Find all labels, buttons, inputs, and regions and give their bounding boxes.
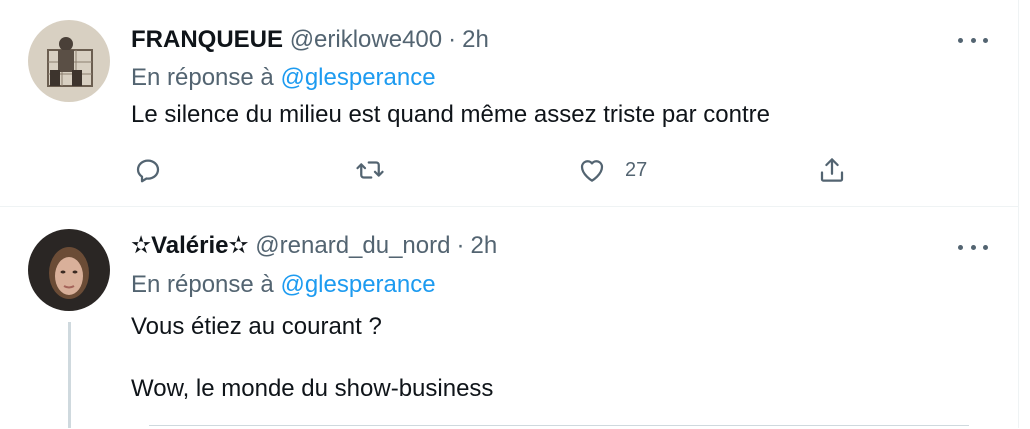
tweet-text: Vous étiez au courant ? (131, 313, 382, 340)
tweet-text: Le silence du milieu est quand même asse… (131, 101, 770, 128)
reply-prefix: En réponse à (131, 271, 274, 298)
like-count: 27 (625, 158, 648, 181)
handle[interactable]: @eriklowe400 (290, 26, 442, 53)
more-icon[interactable] (958, 235, 988, 259)
avatar[interactable] (28, 229, 110, 311)
share-button[interactable] (817, 152, 847, 188)
tweet-header: ✫Valérie✫ @renard_du_nord · 2h (131, 232, 497, 260)
timestamp[interactable]: 2h (462, 26, 489, 53)
more-icon[interactable] (958, 28, 988, 52)
tweet[interactable]: FRANQUEUE @eriklowe400 · 2h En réponse à @… (0, 0, 1018, 207)
reply-context: En réponse à @glesperance (131, 271, 436, 299)
like-button[interactable]: 27 (577, 152, 647, 188)
share-icon (820, 158, 844, 182)
reply-prefix: En réponse à (131, 64, 274, 91)
display-name[interactable]: FRANQUEUE (131, 26, 283, 53)
separator-dot: · (456, 232, 465, 259)
reply-icon (136, 159, 160, 183)
quoted-tweet-card[interactable] (149, 425, 969, 429)
separator-dot: · (448, 26, 457, 53)
timestamp[interactable]: 2h (470, 232, 497, 259)
handle[interactable]: @renard_du_nord (255, 232, 450, 259)
mention-link[interactable]: @glesperance (280, 271, 435, 298)
display-name[interactable]: ✫Valérie✫ (131, 232, 249, 259)
column-border (1018, 0, 1019, 428)
reply-context: En réponse à @glesperance (131, 64, 436, 92)
action-bar: 27 (131, 152, 871, 188)
tweet-text: Wow, le monde du show-business (131, 375, 494, 402)
tweet-header: FRANQUEUE @eriklowe400 · 2h (131, 26, 489, 54)
avatar[interactable] (28, 20, 110, 102)
reply-button[interactable] (133, 152, 163, 188)
like-icon (580, 160, 604, 182)
retweet-icon (356, 161, 384, 179)
thread-line (68, 322, 71, 428)
mention-link[interactable]: @glesperance (280, 64, 435, 91)
retweet-button[interactable] (355, 152, 385, 188)
